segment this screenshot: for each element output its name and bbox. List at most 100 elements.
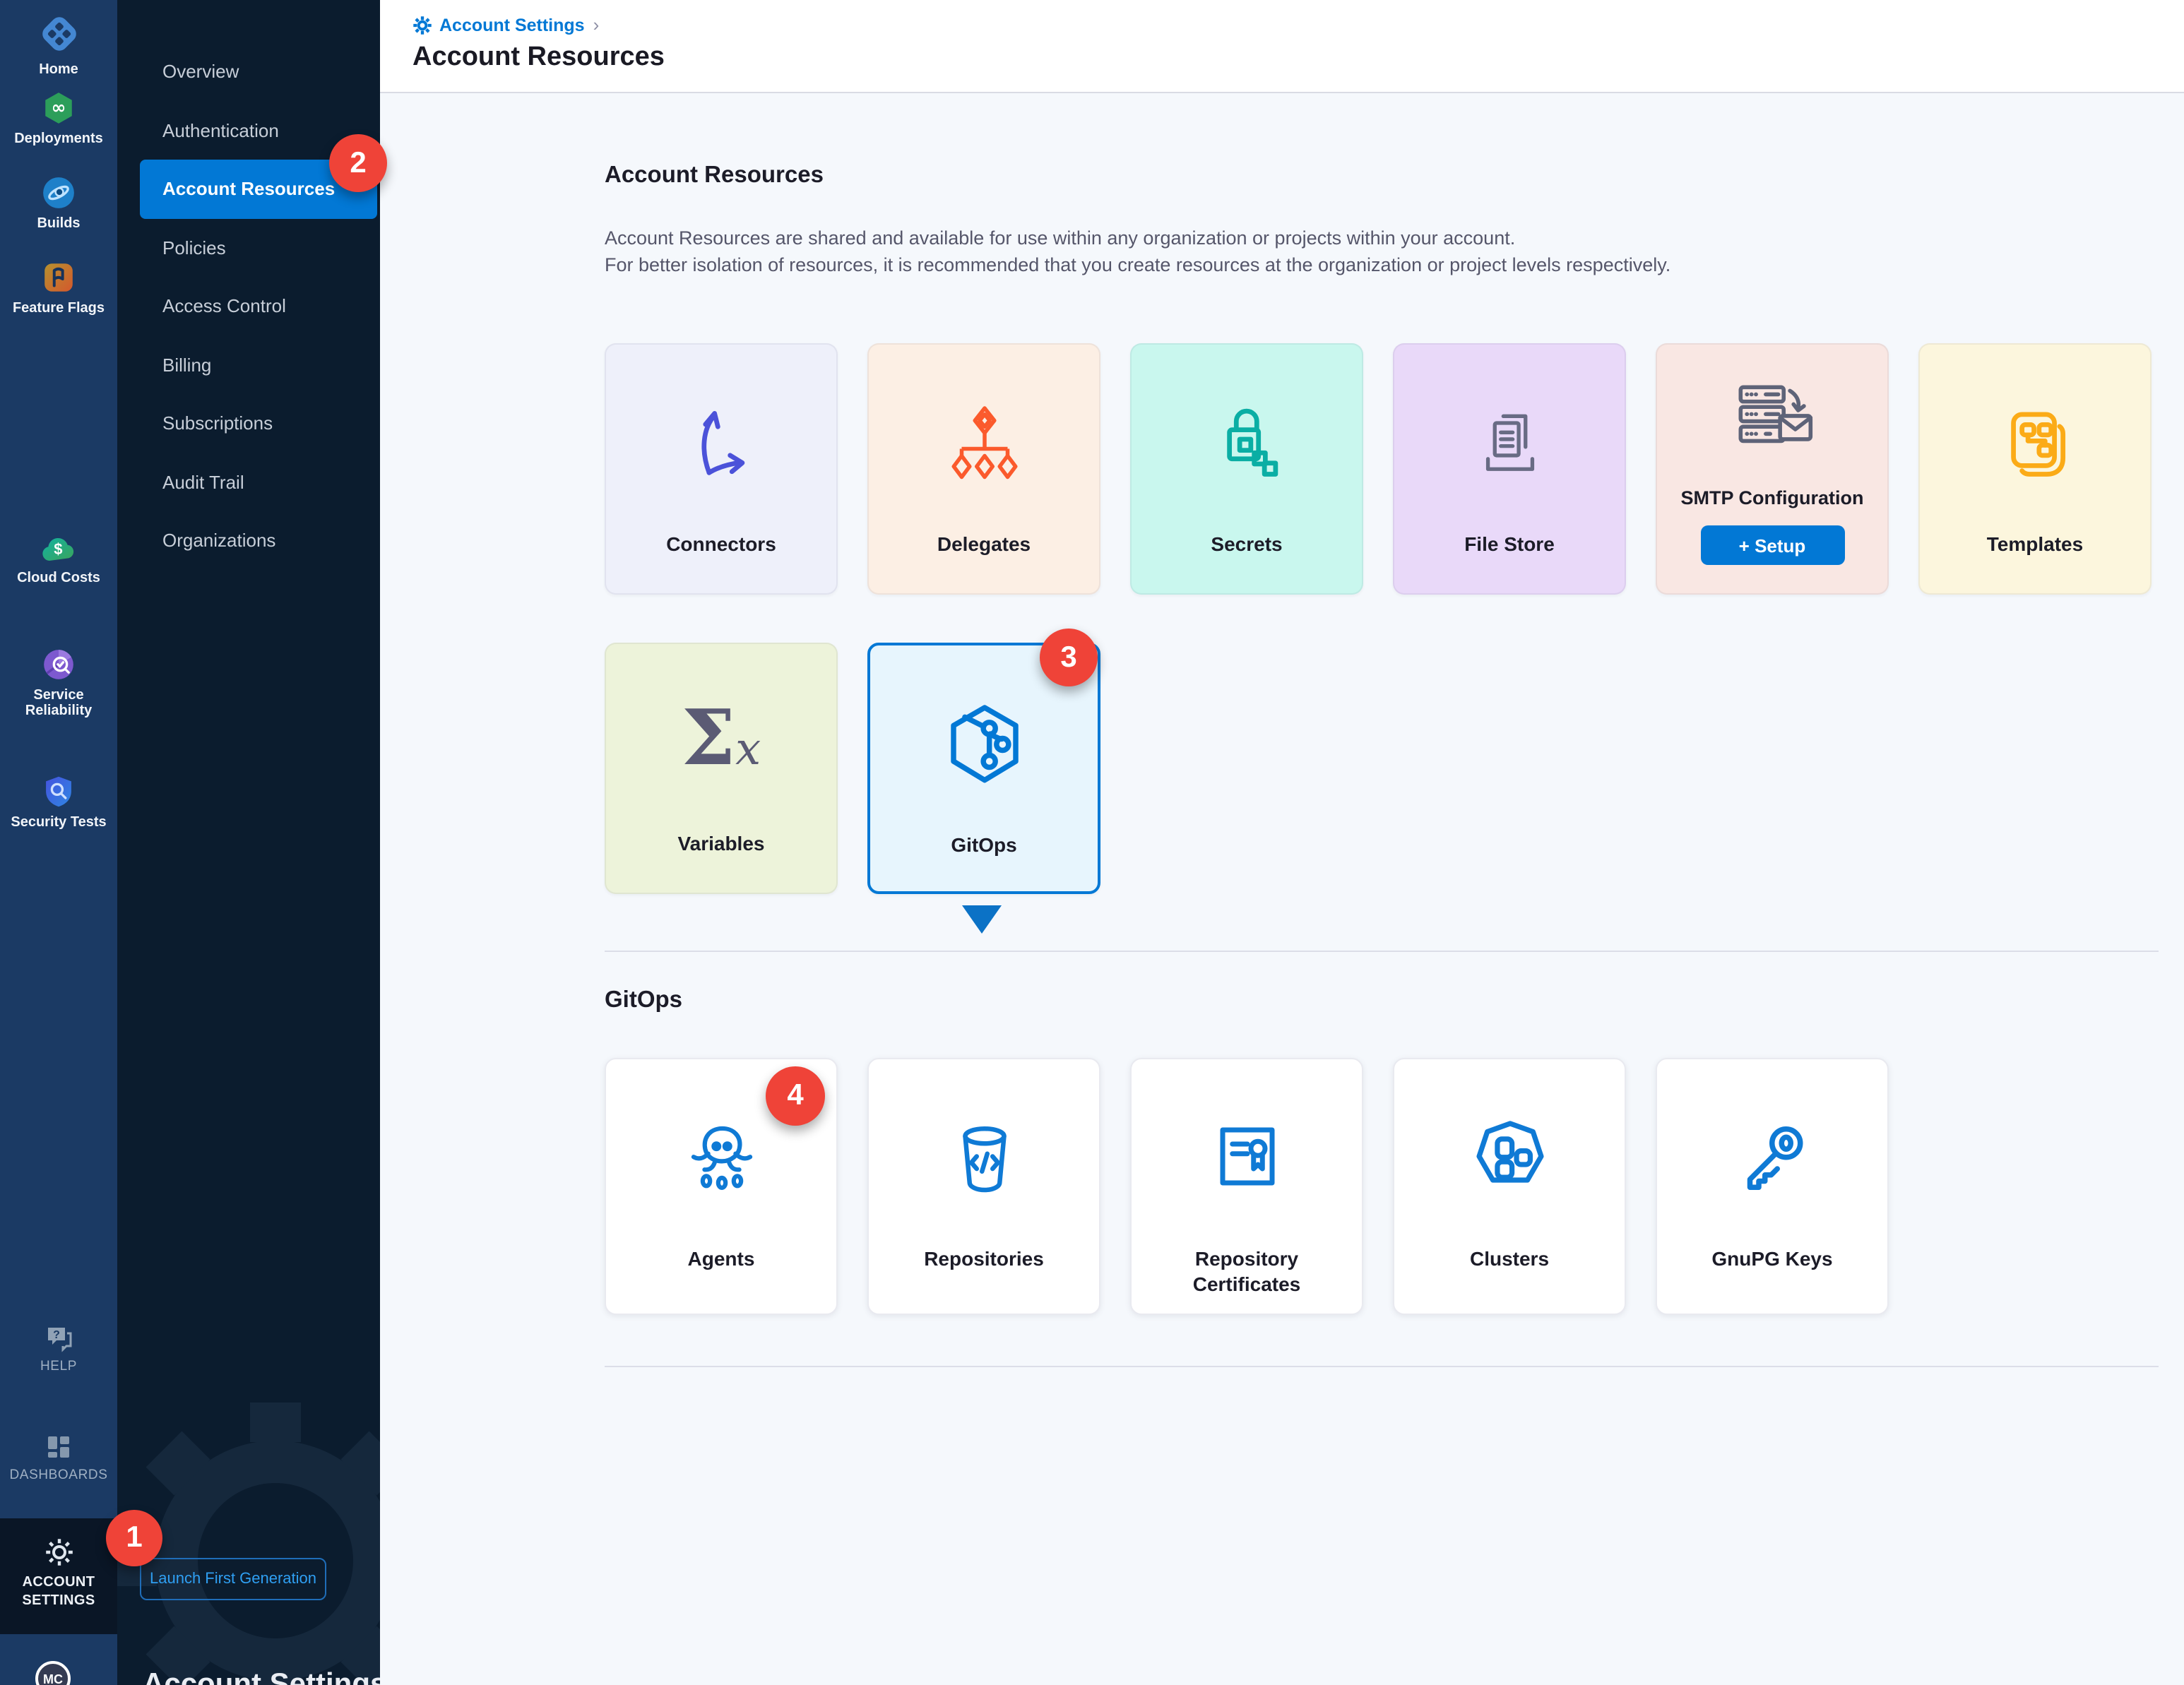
- sidebar-item-help[interactable]: ? HELP: [0, 1325, 117, 1374]
- card-label: GnuPG Keys: [1711, 1246, 1832, 1271]
- sidebar-item-home[interactable]: Home: [0, 11, 117, 78]
- card-label: File Store: [1464, 531, 1555, 556]
- annotation-badge-4: 4: [766, 1066, 825, 1126]
- card-file-store[interactable]: File Store: [1393, 343, 1626, 595]
- rail-label: ACCOUNT: [0, 1573, 117, 1592]
- page-title: Account Resources: [413, 42, 2184, 73]
- rail-label: Service Reliability: [0, 688, 117, 719]
- file-store-icon: [1468, 364, 1550, 523]
- app-window: Home ∞ Deployments Builds: [0, 0, 2184, 1685]
- resource-cards-row-1: Connectors: [605, 343, 2159, 595]
- rail-label: Feature Flags: [0, 301, 117, 316]
- page-header: Account Settings › Account Resources: [380, 0, 2184, 93]
- service-reliability-icon: [0, 647, 117, 682]
- sidebar-item-service-reliability[interactable]: Service Reliability: [0, 647, 117, 719]
- gitops-hexagon-icon: [939, 665, 1029, 823]
- rail-label: HELP: [0, 1359, 117, 1374]
- rail-label: Home: [0, 62, 117, 78]
- gear-icon: [0, 1537, 117, 1568]
- menu-item-overview[interactable]: Overview: [117, 42, 380, 101]
- settings-sidebar: Overview Authentication Account Resource…: [117, 0, 380, 1685]
- menu-item-access-control[interactable]: Access Control: [117, 277, 380, 335]
- breadcrumb-link[interactable]: Account Settings: [439, 15, 585, 35]
- gitops-section-title: GitOps: [605, 986, 2159, 1016]
- rail-label: DASHBOARDS: [0, 1467, 117, 1483]
- sidebar-bottom-title: Account Settings: [143, 1668, 380, 1685]
- sidebar-item-feature-flags[interactable]: Feature Flags: [0, 260, 117, 316]
- secrets-icon: [1206, 364, 1288, 523]
- card-label: Repositories: [924, 1246, 1044, 1271]
- menu-item-organizations[interactable]: Organizations: [117, 511, 380, 570]
- card-label: SMTP Configuration: [1681, 486, 1864, 511]
- card-label: Secrets: [1211, 531, 1282, 556]
- sidebar-item-dashboards[interactable]: DASHBOARDS: [0, 1432, 117, 1483]
- sidebar-item-deployments[interactable]: ∞ Deployments: [0, 90, 117, 147]
- resource-cards-row-2: Σx Variables: [605, 643, 2159, 894]
- card-repositories[interactable]: Repositories: [867, 1058, 1100, 1315]
- sidebar-item-account-settings[interactable]: ACCOUNT SETTINGS: [0, 1518, 117, 1634]
- menu-item-audit-trail[interactable]: Audit Trail: [117, 453, 380, 511]
- settings-menu: Overview Authentication Account Resource…: [117, 42, 380, 570]
- gear-icon: [413, 15, 432, 35]
- breadcrumb-separator: ›: [593, 14, 600, 35]
- card-label: Variables: [678, 830, 765, 856]
- content-area: Account Resources Account Resources are …: [380, 93, 2184, 1685]
- card-clusters[interactable]: Clusters: [1393, 1058, 1626, 1315]
- sidebar-item-cloud-costs[interactable]: $ Cloud Costs: [0, 534, 117, 586]
- card-label: Delegates: [937, 531, 1031, 556]
- card-label: Agents: [688, 1246, 755, 1271]
- card-gnupg-keys[interactable]: GnuPG Keys: [1656, 1058, 1889, 1315]
- harness-logo-icon: [0, 11, 117, 56]
- smtp-setup-button[interactable]: + Setup: [1700, 525, 1844, 565]
- selection-pointer-triangle: [962, 905, 1002, 934]
- card-label: Templates: [1987, 531, 2083, 556]
- breadcrumb: Account Settings ›: [413, 14, 2184, 35]
- svg-text:∞: ∞: [52, 97, 66, 118]
- menu-item-policies[interactable]: Policies: [117, 218, 380, 277]
- sigma-x-glyph: Σx: [682, 664, 761, 822]
- repositories-bucket-icon: [942, 1076, 1026, 1240]
- rail-label: Deployments: [0, 131, 117, 147]
- svg-text:$: $: [54, 540, 62, 558]
- templates-icon: [1994, 364, 2076, 523]
- card-label: GitOps: [951, 832, 1016, 857]
- rail-label: Builds: [0, 216, 117, 232]
- launch-first-generation-button[interactable]: Launch First Generation: [140, 1558, 326, 1600]
- card-connectors[interactable]: Connectors: [605, 343, 838, 595]
- security-tests-icon: [0, 774, 117, 809]
- deployments-icon: ∞: [0, 90, 117, 126]
- feature-flags-icon: [0, 260, 117, 295]
- card-delegates[interactable]: Delegates: [867, 343, 1100, 595]
- key-icon: [1730, 1076, 1815, 1240]
- menu-item-billing[interactable]: Billing: [117, 335, 380, 394]
- delegates-icon: [942, 364, 1026, 523]
- help-icon: ?: [0, 1325, 117, 1353]
- section-description: Account Resources are shared and availab…: [605, 226, 2159, 278]
- card-label: Clusters: [1470, 1246, 1549, 1271]
- card-label: Repository Certificates: [1155, 1246, 1339, 1297]
- rail-label: SETTINGS: [0, 1592, 117, 1610]
- section-divider: [605, 951, 2159, 952]
- sidebar-item-security-tests[interactable]: Security Tests: [0, 774, 117, 830]
- clusters-heptagon-icon: [1466, 1076, 1553, 1240]
- section-title: Account Resources: [605, 93, 2159, 191]
- card-label: Connectors: [666, 531, 776, 556]
- annotation-badge-3: 3: [1040, 629, 1098, 686]
- certificate-icon: [1204, 1076, 1289, 1240]
- rail-label: Cloud Costs: [0, 571, 117, 586]
- card-secrets[interactable]: Secrets: [1130, 343, 1363, 595]
- menu-item-subscriptions[interactable]: Subscriptions: [117, 394, 380, 453]
- rail-label: Security Tests: [0, 815, 117, 830]
- card-repository-certificates[interactable]: Repository Certificates: [1130, 1058, 1363, 1315]
- avatar[interactable]: MC: [35, 1661, 71, 1685]
- card-smtp-configuration[interactable]: SMTP Configuration + Setup: [1656, 343, 1889, 595]
- section-divider-bottom: [605, 1366, 2159, 1367]
- card-variables[interactable]: Σx Variables: [605, 643, 838, 894]
- gitops-cards-row: Agents Repositories: [605, 1058, 2159, 1315]
- main-area: Account Settings › Account Resources Acc…: [380, 0, 2184, 1685]
- avatar-initials: MC: [43, 1672, 63, 1685]
- sidebar-item-builds[interactable]: Builds: [0, 175, 117, 232]
- annotation-badge-1: 1: [106, 1510, 162, 1566]
- card-templates[interactable]: Templates: [1918, 343, 2152, 595]
- connectors-icon: [677, 364, 765, 523]
